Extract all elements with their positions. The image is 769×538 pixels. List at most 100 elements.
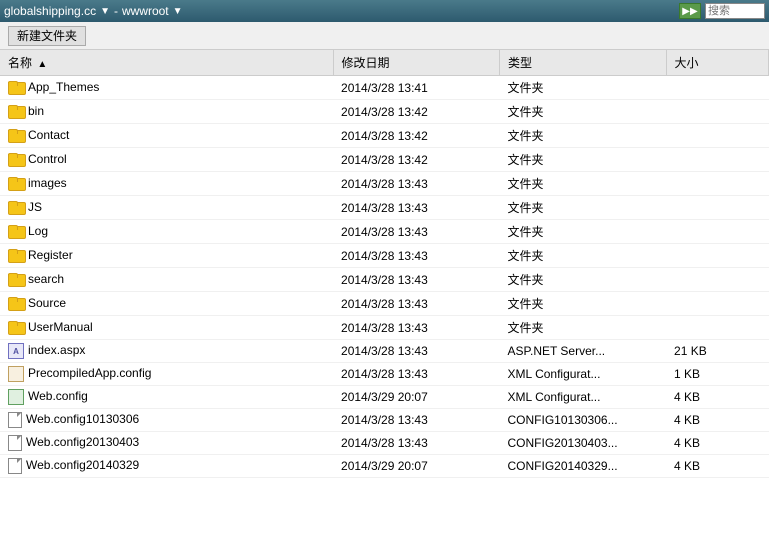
file-name-cell[interactable]: Control [0,148,333,172]
file-size-cell: 4 KB [666,386,768,409]
new-folder-button[interactable]: 新建文件夹 [8,26,86,46]
file-type-cell: 文件夹 [500,124,667,148]
file-type-cell: 文件夹 [500,268,667,292]
file-size-cell [666,76,768,100]
col-header-name[interactable]: 名称 ▲ [0,50,333,76]
file-name-cell[interactable]: images [0,172,333,196]
file-date-cell: 2014/3/29 20:07 [333,455,500,478]
table-row[interactable]: PrecompiledApp.config2014/3/28 13:43XML … [0,363,769,386]
file-name-text: Log [28,224,48,238]
file-name-cell[interactable]: App_Themes [0,76,333,100]
title-bar-left: globalshipping.cc ▼ - wwwroot ▼ [4,4,679,18]
site-name[interactable]: globalshipping.cc [4,4,96,18]
file-name-cell[interactable]: Log [0,220,333,244]
file-name-text: JS [28,200,42,214]
file-type-cell: 文件夹 [500,292,667,316]
col-header-date[interactable]: 修改日期 [333,50,500,76]
file-date-cell: 2014/3/28 13:43 [333,196,500,220]
file-name-cell[interactable]: Source [0,292,333,316]
file-date-cell: 2014/3/28 13:41 [333,76,500,100]
col-header-size[interactable]: 大小 [666,50,768,76]
file-name-text: search [28,272,64,286]
file-name-text: App_Themes [28,80,99,94]
folder-icon [8,201,24,215]
file-size-cell: 4 KB [666,455,768,478]
table-row[interactable]: UserManual2014/3/28 13:43文件夹 [0,316,769,340]
folder-icon [8,177,24,191]
file-type-cell: 文件夹 [500,148,667,172]
table-row[interactable]: Aindex.aspx2014/3/28 13:43ASP.NET Server… [0,340,769,363]
file-type-cell: ASP.NET Server... [500,340,667,363]
file-name-cell[interactable]: bin [0,100,333,124]
file-type-cell: CONFIG20130403... [500,432,667,455]
file-name-text: Contact [28,128,69,142]
path-name[interactable]: wwwroot [122,4,169,18]
file-name-cell[interactable]: Aindex.aspx [0,340,333,363]
table-row[interactable]: Control 2014/3/28 13:42文件夹 [0,148,769,172]
file-size-cell: 1 KB [666,363,768,386]
file-date-cell: 2014/3/28 13:42 [333,124,500,148]
file-name-cell[interactable]: JS [0,196,333,220]
table-row[interactable]: images2014/3/28 13:43文件夹 [0,172,769,196]
file-name-text: Web.config [28,389,88,403]
table-row[interactable]: Register2014/3/28 13:43文件夹 [0,244,769,268]
table-row[interactable]: Web.config201304032014/3/28 13:43CONFIG2… [0,432,769,455]
nav-button[interactable]: ▶▶ [679,3,701,19]
folder-icon [8,297,24,311]
path-separator: - [114,4,118,18]
file-name-cell[interactable]: Web.config20140329 [0,455,333,478]
table-row[interactable]: Log2014/3/28 13:43文件夹 [0,220,769,244]
file-date-cell: 2014/3/28 13:43 [333,292,500,316]
file-size-cell [666,244,768,268]
file-date-cell: 2014/3/28 13:42 [333,100,500,124]
table-row[interactable]: Web.config2014/3/29 20:07XML Configurat.… [0,386,769,409]
file-name-text: Source [28,296,66,310]
file-name-text: Control [28,152,67,166]
file-size-cell [666,196,768,220]
file-name-text: index.aspx [28,343,85,357]
file-size-cell [666,172,768,196]
folder-icon [8,105,24,119]
table-row[interactable]: Web.config201403292014/3/29 20:07CONFIG2… [0,455,769,478]
file-size-cell: 4 KB [666,409,768,432]
file-name-cell[interactable]: Web.config [0,386,333,409]
file-date-cell: 2014/3/28 13:42 [333,148,500,172]
table-row[interactable]: Web.config101303062014/3/28 13:43CONFIG1… [0,409,769,432]
file-name-cell[interactable]: search [0,268,333,292]
table-row[interactable]: JS 2014/3/28 13:43文件夹 [0,196,769,220]
file-name-cell[interactable]: Web.config10130306 [0,409,333,432]
table-row[interactable]: Contact 2014/3/28 13:42文件夹 [0,124,769,148]
file-date-cell: 2014/3/28 13:43 [333,432,500,455]
file-size-cell [666,124,768,148]
file-type-cell: 文件夹 [500,76,667,100]
folder-icon [8,153,24,167]
file-size-cell: 4 KB [666,432,768,455]
path-dropdown-icon[interactable]: ▼ [173,6,183,17]
file-name-cell[interactable]: Web.config20130403 [0,432,333,455]
table-row[interactable]: bin2014/3/28 13:42文件夹 [0,100,769,124]
file-size-cell [666,220,768,244]
file-table: 名称 ▲ 修改日期 类型 大小 App_Themes 2014/3/28 13:4… [0,50,769,478]
table-row[interactable]: App_Themes 2014/3/28 13:41文件夹 [0,76,769,100]
folder-icon [8,225,24,239]
table-row[interactable]: Source 2014/3/28 13:43文件夹 [0,292,769,316]
webconfig-icon [8,389,24,405]
file-name-cell[interactable]: Contact [0,124,333,148]
file-date-cell: 2014/3/28 13:43 [333,268,500,292]
file-name-text: UserManual [28,320,93,334]
file-date-cell: 2014/3/29 20:07 [333,386,500,409]
site-dropdown-icon[interactable]: ▼ [100,6,110,17]
table-row[interactable]: search 2014/3/28 13:43文件夹 [0,268,769,292]
file-size-cell [666,292,768,316]
file-name-cell[interactable]: UserManual [0,316,333,340]
sort-arrow-icon: ▲ [37,59,47,70]
file-type-cell: 文件夹 [500,220,667,244]
title-bar: globalshipping.cc ▼ - wwwroot ▼ ▶▶ [0,0,769,22]
file-size-cell [666,316,768,340]
col-header-type[interactable]: 类型 [500,50,667,76]
search-input[interactable] [705,3,765,19]
file-date-cell: 2014/3/28 13:43 [333,172,500,196]
file-name-cell[interactable]: PrecompiledApp.config [0,363,333,386]
file-name-cell[interactable]: Register [0,244,333,268]
file-type-cell: 文件夹 [500,196,667,220]
